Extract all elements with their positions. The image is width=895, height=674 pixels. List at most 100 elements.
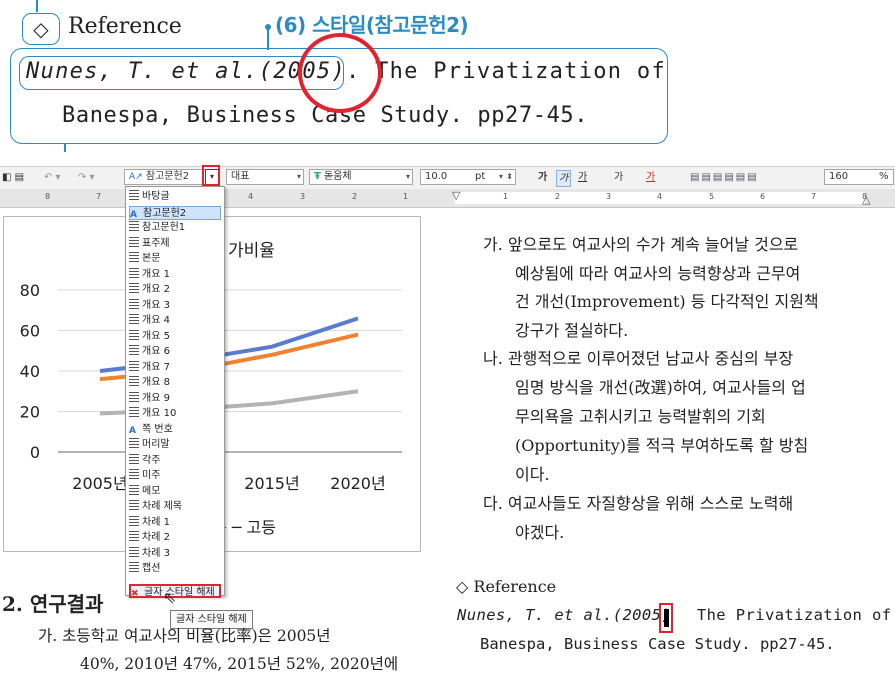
para-style-icon bbox=[129, 221, 139, 231]
x-tick-label: 2020년 bbox=[330, 474, 385, 493]
text-cursor bbox=[664, 609, 669, 627]
para-style-icon bbox=[129, 531, 139, 541]
style-option[interactable]: 개요 6 bbox=[129, 345, 221, 359]
x-tick-label: 2015년 bbox=[244, 474, 299, 493]
right-margin-marker-icon[interactable]: △ bbox=[862, 193, 870, 206]
paragraph-line: 임명 방식을 개선(改選)하여, 여교사들의 업 bbox=[515, 378, 806, 397]
style-option[interactable]: 머리말 bbox=[129, 438, 221, 452]
style-option-label: 표주제 bbox=[142, 237, 170, 249]
paragraph-line: 야겠다. bbox=[515, 523, 565, 542]
ruler-number: 4 bbox=[657, 192, 663, 201]
style-option[interactable]: 개요 10 bbox=[129, 407, 221, 421]
bold-button[interactable]: 가 bbox=[538, 170, 547, 185]
spin-icon[interactable]: ⬍ bbox=[506, 170, 513, 184]
y-tick-label: 60 bbox=[20, 322, 40, 341]
style-option[interactable]: 차례 3 bbox=[129, 546, 221, 561]
style-option[interactable]: 미주 bbox=[129, 469, 221, 483]
italic-button[interactable]: 가 bbox=[556, 170, 572, 187]
style-option-label: 개요 6 bbox=[142, 346, 170, 357]
style-option-label: 개요 3 bbox=[142, 299, 170, 311]
ruler-number: 1 bbox=[503, 192, 509, 201]
y-tick-label: 80 bbox=[20, 281, 40, 300]
para-style-icon bbox=[129, 546, 139, 557]
style-option-label: 쪽 번호 bbox=[142, 423, 173, 435]
ruler-number: 2 bbox=[555, 192, 561, 201]
para-style-icon bbox=[129, 391, 139, 402]
paragraph-line: 나. 관행적으로 이루어졌던 남교사 중심의 부장 bbox=[483, 349, 794, 368]
paragraph-line: (Opportunity)를 적극 부여하도록 할 방침 bbox=[515, 436, 809, 455]
style-option[interactable]: 개요 1 bbox=[129, 267, 221, 282]
style-option-label: 개요 7 bbox=[142, 361, 170, 373]
style-option[interactable]: 차례 제목 bbox=[129, 500, 221, 514]
style-option[interactable]: 개요 2 bbox=[129, 283, 221, 297]
underline-button[interactable]: 가 bbox=[578, 170, 587, 185]
para-style-icon bbox=[129, 329, 139, 340]
para-style-icon bbox=[129, 345, 139, 355]
align-icons[interactable]: ▤▤▤▤▤▤ bbox=[690, 170, 759, 185]
style-option[interactable]: 개요 7 bbox=[129, 360, 221, 375]
reference-line-1[interactable]: Nunes, T. et al.(2005) The Privatization… bbox=[457, 606, 891, 624]
para-style-icon bbox=[129, 267, 139, 278]
para-style-icon bbox=[129, 500, 139, 510]
style-option[interactable]: 메모 bbox=[129, 484, 221, 499]
style-option-label: 개요 9 bbox=[142, 392, 170, 404]
style-option-label: 머리말 bbox=[142, 439, 170, 450]
style-option-label: 참고문헌2 bbox=[143, 207, 187, 219]
style-option[interactable]: 각주 bbox=[129, 453, 221, 468]
style-option[interactable]: 개요 4 bbox=[129, 314, 221, 328]
style-option[interactable]: 차례 1 bbox=[129, 515, 221, 530]
paragraph-line: 이다. bbox=[515, 465, 550, 484]
zoom-unit: % bbox=[879, 171, 889, 182]
y-tick-label: 0 bbox=[30, 443, 40, 462]
style-option-label: 개요 5 bbox=[142, 330, 170, 342]
style-dropdown-list[interactable]: 바탕글 A 참고문헌2 참고문헌1 표주제 본문 개요 1 개요 2 개요 3 개요 4 개요 5 개… bbox=[125, 186, 225, 599]
clear-style-icon: ✖ bbox=[131, 588, 139, 599]
style-option[interactable]: A 참고문헌2 bbox=[129, 205, 221, 220]
char-style-icon: A bbox=[129, 425, 136, 436]
style-option[interactable]: 캡션 bbox=[129, 562, 221, 576]
style-option[interactable]: 개요 9 bbox=[129, 391, 221, 406]
para-style-icon bbox=[129, 190, 139, 200]
font-color-button[interactable]: 가 bbox=[646, 170, 655, 185]
style-option-label: 캡션 bbox=[142, 563, 161, 574]
para-style-icon bbox=[129, 407, 139, 417]
style-option[interactable]: 본문 bbox=[129, 252, 221, 266]
paragraph-line: 가. 앞으로도 여교사의 수가 계속 늘어날 것으로 bbox=[483, 235, 799, 254]
font-size-combo[interactable]: 10.0 pt ▾ ⬍ bbox=[420, 169, 516, 185]
style-option[interactable]: 개요 5 bbox=[129, 329, 221, 344]
style-option[interactable]: 개요 8 bbox=[129, 376, 221, 390]
style-option-label: 차례 제목 bbox=[142, 501, 182, 512]
zoom-combo[interactable]: 160 % bbox=[824, 169, 894, 185]
reference-author: Nunes, T. et al.(2005) bbox=[457, 606, 672, 624]
style-option-label: 개요 4 bbox=[142, 315, 170, 326]
strikethrough-button[interactable]: 가 bbox=[614, 170, 623, 185]
para-style-icon bbox=[129, 438, 139, 448]
style-option-label: 메모 bbox=[142, 485, 161, 497]
style-option[interactable]: A 쪽 번호 bbox=[129, 423, 221, 437]
para-style-icon bbox=[129, 298, 139, 309]
para-style-icon bbox=[129, 484, 139, 495]
style-option[interactable]: 표주제 bbox=[129, 236, 221, 251]
paragraph-line: 다. 여교사들도 자질향상을 위해 스스로 노력해 bbox=[483, 494, 794, 513]
style-option[interactable]: 차례 2 bbox=[129, 531, 221, 545]
indent-marker-icon[interactable]: ▽ bbox=[452, 189, 460, 202]
style-option-label: 각주 bbox=[142, 454, 161, 466]
style-option-label: 차례 1 bbox=[142, 516, 170, 528]
para-style-icon bbox=[129, 515, 139, 526]
style-option[interactable]: 참고문헌1 bbox=[129, 221, 221, 235]
para-style-icon bbox=[129, 453, 139, 464]
ruler-number: 6 bbox=[760, 192, 766, 201]
para-style-icon bbox=[129, 376, 139, 386]
paragraph-line: 강구가 절실하다. bbox=[515, 321, 629, 340]
style-option-label: 차례 2 bbox=[142, 532, 170, 543]
style-option[interactable]: 개요 3 bbox=[129, 298, 221, 313]
reference-title-text: The Privatization of bbox=[687, 606, 892, 624]
paragraph-line: 40%, 2010년 47%, 2015년 52%, 2020년에 bbox=[80, 655, 399, 673]
y-tick-label: 20 bbox=[20, 403, 40, 422]
paragraph-line: 가. 초등학교 여교사의 비율(比率)은 2005년 bbox=[38, 627, 331, 645]
style-option-label: 미주 bbox=[142, 470, 161, 481]
para-style-icon bbox=[129, 360, 139, 371]
style-option-label: 글자 스타일 해제 bbox=[144, 586, 215, 598]
reference-line-2[interactable]: Banespa, Business Case Study. pp27-45. bbox=[480, 635, 835, 653]
style-option[interactable]: 바탕글 bbox=[129, 190, 221, 204]
